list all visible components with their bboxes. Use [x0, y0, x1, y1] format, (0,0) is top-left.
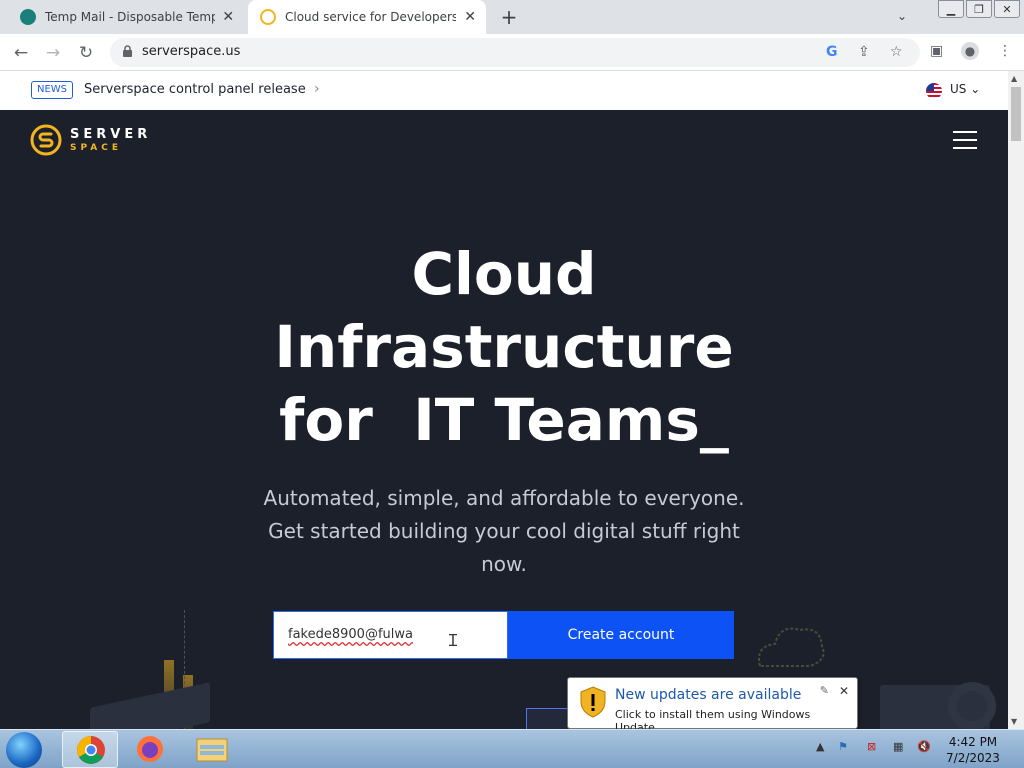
email-input-value: fakede8900@fulwa: [288, 627, 413, 642]
taskbar-file-explorer[interactable]: [184, 731, 240, 768]
volume-muted-icon[interactable]: 🔇: [917, 740, 931, 753]
share-icon[interactable]: ⇪: [858, 44, 870, 60]
options-wrench-icon[interactable]: ✎: [820, 684, 829, 697]
us-flag-icon: [926, 83, 942, 99]
close-notification-icon[interactable]: ✕: [839, 684, 849, 698]
new-tab-button[interactable]: +: [499, 7, 519, 27]
firefox-icon: [137, 736, 163, 762]
tab-title: Cloud service for Developers in t: [285, 10, 457, 24]
tab-close-icon[interactable]: ✕: [221, 9, 237, 25]
hero-subtext: Automated, simple, and affordable to eve…: [263, 486, 745, 576]
tab-temp-mail[interactable]: Temp Mail - Disposable Tempora ✕: [8, 0, 244, 34]
show-hidden-icons-arrow[interactable]: ▲: [816, 740, 824, 753]
serverspace-logo-mark-icon: [30, 124, 62, 156]
taskbar-firefox[interactable]: [122, 731, 178, 768]
language-label: US: [950, 82, 967, 96]
address-bar[interactable]: serverspace.us G ⇪ ☆: [110, 38, 920, 67]
decorative-disk: [948, 682, 996, 730]
restore-button[interactable]: ❐: [966, 0, 992, 18]
folder-icon: [196, 738, 228, 762]
action-center-flag-icon[interactable]: ⚑: [838, 740, 848, 753]
window-controls: ▁ ❐ ✕: [936, 0, 1020, 18]
decorative-server-block: [90, 682, 210, 730]
start-button[interactable]: [6, 732, 42, 768]
minimize-button[interactable]: ▁: [938, 0, 964, 18]
side-panel-icon[interactable]: ▣: [930, 43, 943, 59]
scroll-down-arrow-icon[interactable]: ▼: [1011, 717, 1017, 726]
bookmark-star-icon[interactable]: ☆: [890, 44, 903, 60]
page-scrollbar[interactable]: ▲ ▼: [1008, 71, 1024, 729]
tab-serverspace[interactable]: Cloud service for Developers in t ✕: [248, 0, 486, 34]
close-window-button[interactable]: ✕: [994, 0, 1020, 18]
hamburger-menu-icon[interactable]: [953, 131, 977, 149]
clock-time: 4:42 PM: [948, 735, 998, 749]
google-lens-icon[interactable]: G: [826, 44, 838, 60]
logo-wordmark-top: SERVER: [70, 126, 152, 142]
language-selector[interactable]: US ⌄: [950, 82, 980, 96]
hero-headline: Cloud Infrastructure for IT Teams_: [204, 238, 804, 457]
text-cursor-icon: Ｉ: [445, 631, 462, 650]
decorative-cloud-icon: [758, 627, 825, 667]
email-input[interactable]: fakede8900@fulwa: [273, 611, 508, 659]
decorative-card: [526, 708, 572, 730]
taskbar-chrome[interactable]: [62, 731, 118, 768]
back-arrow-icon[interactable]: ←: [10, 42, 32, 64]
network-icon[interactable]: ▦: [893, 740, 903, 753]
reload-icon[interactable]: ↻: [75, 42, 97, 64]
lock-icon: [123, 45, 132, 57]
create-account-button[interactable]: Create account: [508, 611, 734, 659]
notification-title: New updates are available: [615, 687, 802, 703]
warning-shield-icon: [580, 686, 606, 718]
headline-line: Cloud: [411, 240, 597, 308]
news-bar: NEWS Serverspace control panel release ›…: [0, 71, 1008, 110]
tab-title: Temp Mail - Disposable Tempora: [45, 10, 215, 24]
system-clock[interactable]: 4:42 PM 7/2/2023: [942, 734, 1004, 766]
hero-section: SERVER SPACE Cloud Infrastructure for IT…: [0, 110, 1008, 730]
scroll-up-arrow-icon[interactable]: ▲: [1011, 74, 1017, 83]
news-arrow-icon[interactable]: ›: [314, 81, 320, 97]
chrome-icon: [77, 736, 105, 764]
menu-kebab-icon[interactable]: ⋮: [998, 43, 1012, 59]
windows-update-tray-icon[interactable]: ⊠: [867, 740, 876, 753]
browser-tab-strip: Temp Mail - Disposable Tempora ✕ Cloud s…: [0, 0, 1024, 34]
profile-avatar-icon[interactable]: ●: [961, 42, 979, 60]
news-badge: NEWS: [31, 81, 74, 99]
forward-arrow-icon[interactable]: →: [42, 42, 64, 64]
logo-wordmark-bottom: SPACE: [70, 142, 122, 153]
headline-line: for IT Teams_: [279, 386, 729, 454]
browser-toolbar: ← → ↻ serverspace.us G ⇪ ☆ ▣ ● ⋮: [0, 34, 1024, 71]
tab-search-chevron-icon[interactable]: ⌄: [897, 9, 907, 23]
temp-mail-favicon-icon: [20, 9, 36, 25]
serverspace-logo[interactable]: SERVER SPACE: [30, 124, 151, 156]
url-text: serverspace.us: [142, 44, 241, 59]
news-link[interactable]: Serverspace control panel release: [84, 82, 306, 97]
clock-date: 7/2/2023: [946, 751, 1000, 765]
serverspace-favicon-icon: [260, 9, 276, 25]
windows-taskbar: ▲ ⚑ ⊠ ▦ 🔇 4:42 PM 7/2/2023: [0, 729, 1024, 768]
headline-line: Infrastructure: [274, 313, 734, 381]
windows-update-notification[interactable]: New updates are available Click to insta…: [567, 677, 858, 734]
scrollbar-thumb[interactable]: [1011, 87, 1021, 141]
tab-close-icon[interactable]: ✕: [462, 9, 478, 25]
